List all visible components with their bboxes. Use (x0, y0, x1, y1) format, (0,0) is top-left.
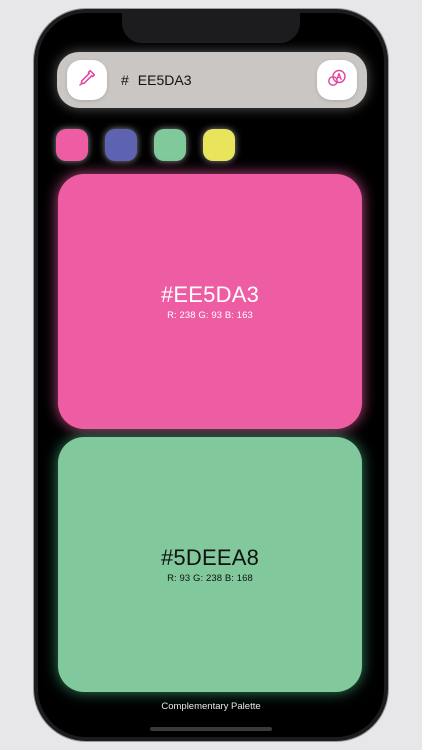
primary-rgb-label: R: 238 G: 93 B: 163 (167, 310, 253, 321)
primary-hex-label: #EE5DA3 (160, 282, 259, 307)
primary-color-card[interactable]: #EE5DA3 R: 238 G: 93 B: 163 (58, 174, 362, 429)
swatch-indigo[interactable] (105, 129, 137, 161)
color-input-bar: # EE5DA3 (57, 52, 367, 108)
device-frame: # EE5DA3 #EE5DA3 R: 238 G: 93 B: 163 #5D… (34, 9, 388, 741)
complementary-rgb-label: R: 93 G: 238 B: 168 (167, 573, 253, 584)
swatch-yellow[interactable] (203, 129, 235, 161)
palette-type-label[interactable]: Complementary Palette (38, 701, 384, 712)
device-notch (122, 13, 300, 43)
swatch-green[interactable] (154, 129, 186, 161)
swatch-pink[interactable] (56, 129, 88, 161)
eyedropper-icon (77, 68, 97, 93)
generate-palette-button[interactable] (317, 60, 357, 100)
home-indicator[interactable] (150, 727, 272, 731)
hex-input-field[interactable]: # EE5DA3 (121, 70, 192, 90)
complementary-color-card[interactable]: #5DEEA8 R: 93 G: 238 B: 168 (58, 437, 362, 692)
hex-input-value: EE5DA3 (137, 72, 192, 88)
hash-prefix: # (121, 72, 129, 88)
palette-generate-icon (326, 67, 348, 94)
eyedropper-button[interactable] (67, 60, 107, 100)
complementary-hex-label: #5DEEA8 (160, 545, 259, 570)
app-screen: # EE5DA3 #EE5DA3 R: 238 G: 93 B: 163 #5D… (38, 13, 384, 737)
